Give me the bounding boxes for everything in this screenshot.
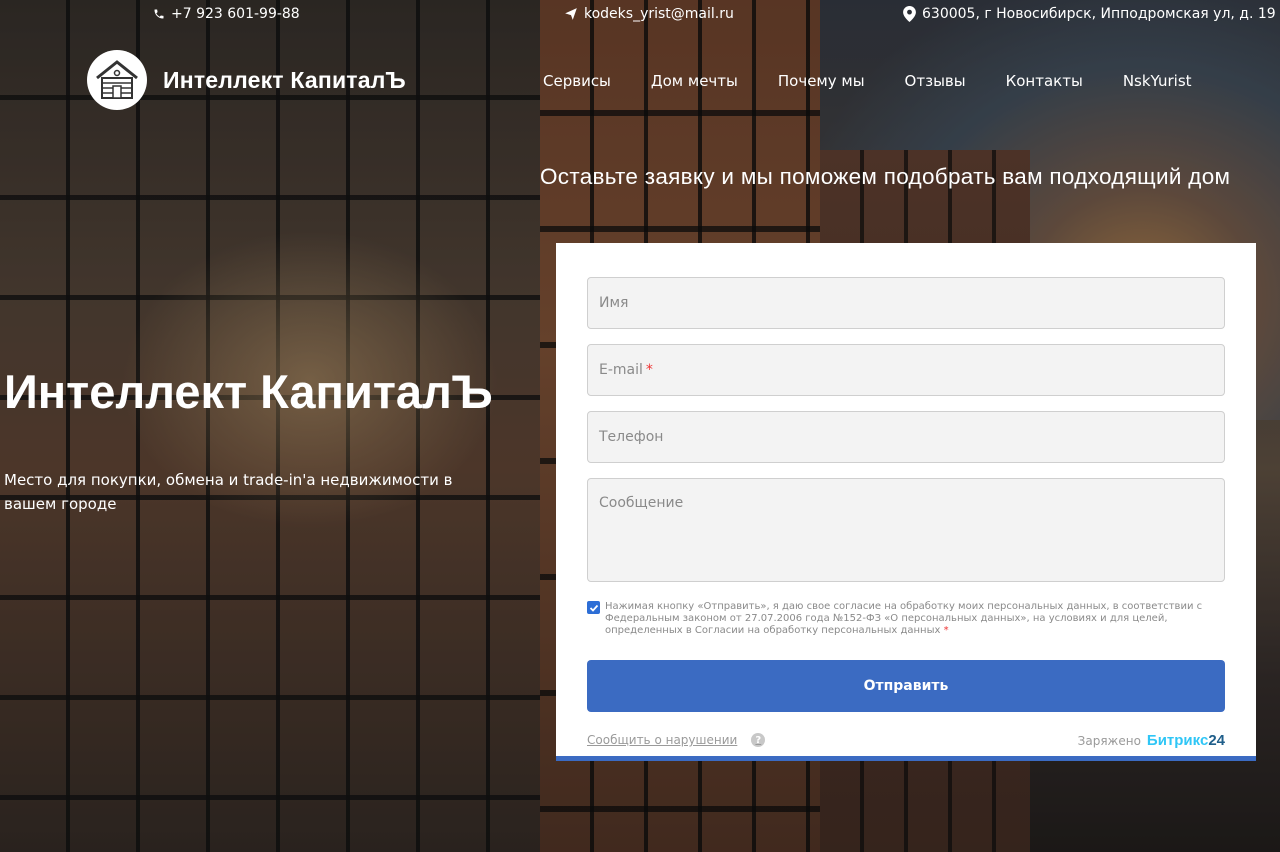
hero-subtitle: Место для покупки, обмена и trade-in'a н… [4,471,453,513]
powered-by-bitrix24[interactable]: Заряжено Битрикс24 [1078,732,1225,749]
phone-contact[interactable]: +7 923 601-99-88 [153,6,300,22]
address-contact: 630005, г Новосибирск, Ипподромская ул, … [903,6,1276,22]
submit-button[interactable]: Отправить [587,660,1225,712]
top-contact-bar: +7 923 601-99-88 kodeks_yrist@mail.ru 63… [0,0,1280,32]
map-pin-icon [903,6,916,22]
log-house-icon [87,50,147,110]
nav-item-contacts[interactable]: Контакты [1006,72,1083,90]
bitrix24-logo: Битрикс24 [1146,732,1225,749]
brand-name: Интеллект КапиталЪ [163,66,406,93]
message-placeholder: Сообщение [599,495,684,511]
main-navigation: Сервисы Дом мечты Почему мы Отзывы Конта… [543,72,1192,90]
report-violation-text: Сообщить о нарушении [587,733,738,747]
required-marker: * [645,362,653,378]
help-icon[interactable]: ? [751,733,766,747]
report-violation-link[interactable]: Сообщить о нарушении ? [587,733,766,747]
site-logo[interactable]: Интеллект КапиталЪ [87,50,406,110]
address-text: 630005, г Новосибирск, Ипподромская ул, … [922,6,1276,22]
email-field[interactable]: E-mail * [587,344,1225,396]
consent-checkbox[interactable] [587,601,600,614]
consent-block: Нажимая кнопку «Отправить», я даю свое с… [587,601,1227,637]
phone-number: +7 923 601-99-88 [171,6,300,22]
nav-item-dream-home[interactable]: Дом мечты [651,72,738,90]
nav-item-services[interactable]: Сервисы [543,72,611,90]
powered-label: Заряжено [1077,734,1141,748]
consent-text: Нажимая кнопку «Отправить», я даю свое с… [605,601,1203,636]
phone-icon [153,8,165,20]
name-placeholder: Имя [599,295,629,311]
email-contact[interactable]: kodeks_yrist@mail.ru [564,6,734,22]
email-address: kodeks_yrist@mail.ru [584,6,734,22]
hero-title: Интеллект КапиталЪ [4,365,493,418]
request-form: Имя E-mail * Телефон Сообщение Нажимая к… [556,243,1256,761]
nav-item-reviews[interactable]: Отзывы [905,72,966,90]
name-field[interactable]: Имя [587,277,1225,329]
paper-plane-icon [564,7,578,21]
message-field[interactable]: Сообщение [587,478,1225,582]
form-call-to-action: Оставьте заявку и мы поможем подобрать в… [540,164,1231,189]
phone-field[interactable]: Телефон [587,411,1225,463]
phone-placeholder: Телефон [599,429,664,445]
nav-item-nskyurist[interactable]: NskYurist [1123,72,1192,90]
nav-item-why-us[interactable]: Почему мы [778,72,865,90]
email-placeholder: E-mail [599,362,643,378]
